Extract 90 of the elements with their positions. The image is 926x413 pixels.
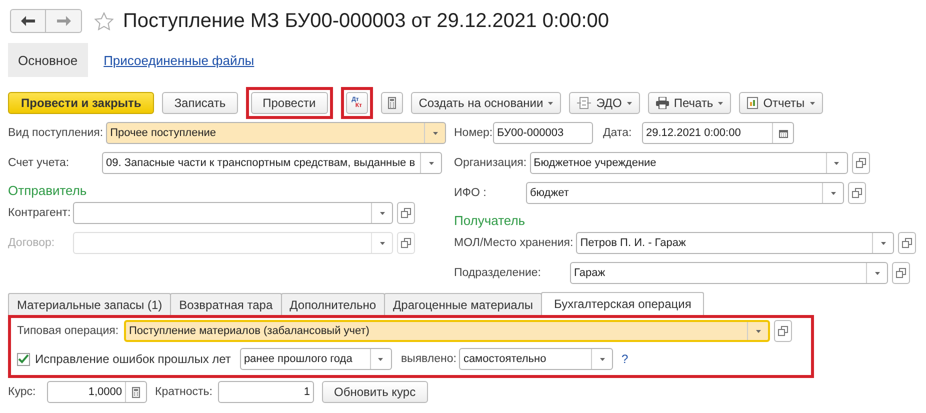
section-link[interactable]: Присоединенные файлы	[94, 43, 264, 77]
open-icon	[902, 238, 912, 248]
forward-arrow-icon	[56, 16, 70, 26]
toolbar-button[interactable]: Провести	[250, 92, 328, 114]
document-exchange-icon	[577, 97, 592, 109]
open-icon	[778, 326, 788, 336]
tab[interactable]: Драгоценные материалы	[384, 293, 542, 315]
input-field[interactable]: ранее прошлого года	[240, 348, 392, 370]
open-button[interactable]	[848, 182, 866, 204]
field-label: Счет учета:	[8, 157, 70, 169]
help-link[interactable]: ?	[621, 352, 628, 366]
caret-icon	[874, 272, 880, 274]
input-field[interactable]: 1,0000	[47, 381, 147, 403]
input-field[interactable]: Петров П. И. - Гараж	[576, 232, 894, 254]
field-label: Подразделение:	[454, 267, 542, 279]
caret-icon	[548, 102, 554, 104]
caret-icon	[880, 242, 886, 244]
caret-icon	[756, 330, 760, 332]
open-icon	[401, 208, 411, 218]
field-label: Дата:	[603, 127, 633, 139]
caret-icon	[380, 242, 384, 244]
printer-icon	[656, 97, 669, 109]
field-label: Организация:	[454, 157, 527, 169]
caret-icon	[432, 132, 438, 134]
field-label: Договор:	[8, 237, 56, 249]
input-field[interactable]: 29.12.2021 0:00:00	[642, 122, 794, 144]
open-button[interactable]	[774, 320, 792, 342]
section-tab[interactable]: Основное	[8, 43, 88, 77]
field-label: Типовая операция:	[17, 325, 120, 337]
input-field[interactable]: бюджет	[526, 182, 844, 204]
checkbox[interactable]	[17, 352, 30, 366]
group-heading: Получатель	[454, 212, 526, 230]
caret-icon	[626, 102, 632, 104]
checkbox-label[interactable]: Исправление ошибок прошлых лет	[35, 352, 231, 366]
tab[interactable]: Возвратная тара	[170, 293, 282, 315]
input-field[interactable]: Поступление материалов (забалансовый учет)	[124, 320, 770, 342]
update-rate-button[interactable]: Обновить курс	[322, 381, 428, 403]
checkmark-icon	[18, 354, 29, 364]
window-title: Поступление МЗ БУ00-000003 от 29.12.2021 0:00:00	[123, 10, 610, 32]
field-label: выявлено:	[400, 353, 456, 365]
open-button[interactable]	[892, 262, 910, 284]
caret-icon	[600, 358, 605, 360]
open-button[interactable]	[898, 232, 916, 254]
open-icon	[852, 188, 862, 198]
field-label: Вид поступления:	[8, 127, 104, 139]
field-label: Курс:	[8, 386, 37, 398]
field-label: Кратность:	[155, 386, 214, 398]
field-label: МОЛ/Место хранения:	[454, 237, 574, 249]
field-label: Номер:	[454, 127, 490, 139]
menu-button[interactable]: ЭДО	[569, 92, 640, 114]
calendar-icon	[778, 128, 788, 138]
back-button[interactable]	[10, 9, 46, 33]
tab[interactable]: Материальные запасы (1)	[8, 293, 172, 315]
menu-button[interactable]: Отчеты	[739, 92, 823, 114]
post-and-close-button[interactable]: Провести и закрыть	[8, 92, 154, 114]
input-field[interactable]: 09. Запасные части к транспортным средствам, выданные в	[102, 152, 442, 174]
input-field[interactable]: самостоятельно	[459, 348, 614, 370]
input-field[interactable]	[73, 202, 393, 224]
input-field[interactable]: Гараж	[570, 262, 888, 284]
input-field[interactable]: Бюджетное учреждение	[530, 152, 848, 174]
caret-icon	[718, 102, 724, 104]
field-label: Контрагент:	[8, 207, 70, 219]
input-field[interactable]: БУ00-000003	[493, 122, 593, 144]
caret-icon	[380, 212, 384, 214]
input-field[interactable]: Прочее поступление	[106, 122, 446, 144]
open-icon	[856, 158, 866, 168]
calculator-icon	[132, 386, 140, 398]
open-button[interactable]	[397, 202, 415, 224]
open-button[interactable]	[852, 152, 870, 174]
calculator-button[interactable]	[380, 92, 403, 114]
calculator-icon	[388, 97, 396, 109]
tab[interactable]: Дополнительно	[280, 293, 386, 315]
menu-button[interactable]: Печать	[648, 92, 732, 114]
caret-icon	[830, 192, 836, 194]
back-arrow-icon	[21, 16, 35, 26]
open-icon	[401, 238, 411, 248]
open-icon	[896, 268, 906, 278]
caret-icon	[834, 162, 840, 164]
group-heading: Отправитель	[8, 182, 88, 200]
star-icon[interactable]	[94, 12, 114, 30]
caret-icon	[378, 358, 384, 360]
tab[interactable]: Бухгалтерская операция	[540, 292, 704, 315]
open-button[interactable]	[397, 232, 415, 254]
caret-icon	[428, 162, 434, 164]
toolbar-button[interactable]: Записать	[162, 92, 238, 114]
report-icon	[747, 97, 758, 109]
input-field[interactable]: 1	[218, 381, 314, 403]
menu-button[interactable]: Создать на основании	[410, 92, 562, 114]
field-label: ИФО :	[454, 187, 488, 199]
caret-icon	[810, 102, 815, 104]
